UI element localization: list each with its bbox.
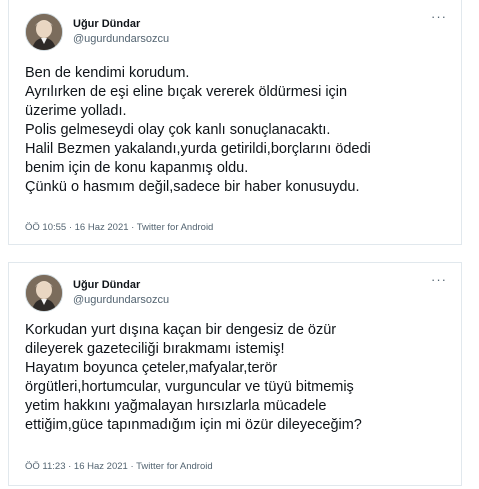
tweet-text-line: Korkudan yurt dışına kaçan bir dengesiz … [25, 322, 337, 338]
tweet-text-line: üzerime yolladı. [25, 103, 127, 119]
tweet-card[interactable]: Uğur Dündar @ugurdundarsozcu ··· Ben de … [8, 0, 462, 245]
tweet-text-line: Hayatım boyunca çeteler,mafyalar,terör [25, 360, 278, 376]
author-handle[interactable]: @ugurdundarsozcu [73, 293, 169, 308]
author-names: Uğur Dündar @ugurdundarsozcu [73, 278, 169, 308]
tweet-timestamp-source[interactable]: ÖÖ 10:55 · 16 Haz 2021 · Twitter for And… [25, 222, 213, 233]
author-display-name[interactable]: Uğur Dündar [73, 278, 169, 293]
avatar[interactable] [25, 13, 63, 51]
author-display-name[interactable]: Uğur Dündar [73, 17, 169, 32]
profile-photo-icon [26, 14, 62, 50]
author-handle[interactable]: @ugurdundarsozcu [73, 32, 169, 47]
tweet-text-line: Çünkü o hasmım değil,sadece bir haber ko… [25, 179, 360, 195]
tweet-text: Ben de kendimi korudum. Ayrılırken de eş… [25, 64, 449, 197]
tweet-text-line: ettiğim,güce tapınmadığım için mi özür d… [25, 417, 362, 433]
avatar[interactable] [25, 274, 63, 312]
tweet-text-line: Polis gelmeseydi olay çok kanlı sonuçlan… [25, 122, 331, 138]
tweet-text-line: yetim hakkını yağmalayan hırsızlarla müc… [25, 398, 327, 414]
tweet-text: Korkudan yurt dışına kaçan bir dengesiz … [25, 321, 449, 435]
author-names: Uğur Dündar @ugurdundarsozcu [73, 17, 169, 47]
tweet-text-line: benim için de konu kapanmış oldu. [25, 160, 249, 176]
tweet-timestamp-source[interactable]: ÖÖ 11:23 · 16 Haz 2021 · Twitter for And… [25, 461, 213, 472]
tweet-text-line: dileyerek gazeteciliği bırakmamı istemiş… [25, 341, 285, 357]
tweet-text-line: Halil Bezmen yakalandı,yurda getirildi,b… [25, 141, 371, 157]
profile-photo-icon [26, 275, 62, 311]
more-options-icon[interactable]: ··· [431, 273, 447, 286]
more-options-icon[interactable]: ··· [431, 10, 447, 23]
tweet-text-line: Ben de kendimi korudum. [25, 65, 190, 81]
tweet-text-line: Ayrılırken de eşi eline bıçak vererek öl… [25, 84, 348, 100]
tweet-card[interactable]: Uğur Dündar @ugurdundarsozcu ··· Korkuda… [8, 262, 462, 486]
tweet-text-line: örgütleri,hortumcular, vurguncular ve tü… [25, 379, 354, 395]
tweet-header: Uğur Dündar @ugurdundarsozcu [25, 273, 169, 313]
tweet-header: Uğur Dündar @ugurdundarsozcu [25, 12, 169, 52]
